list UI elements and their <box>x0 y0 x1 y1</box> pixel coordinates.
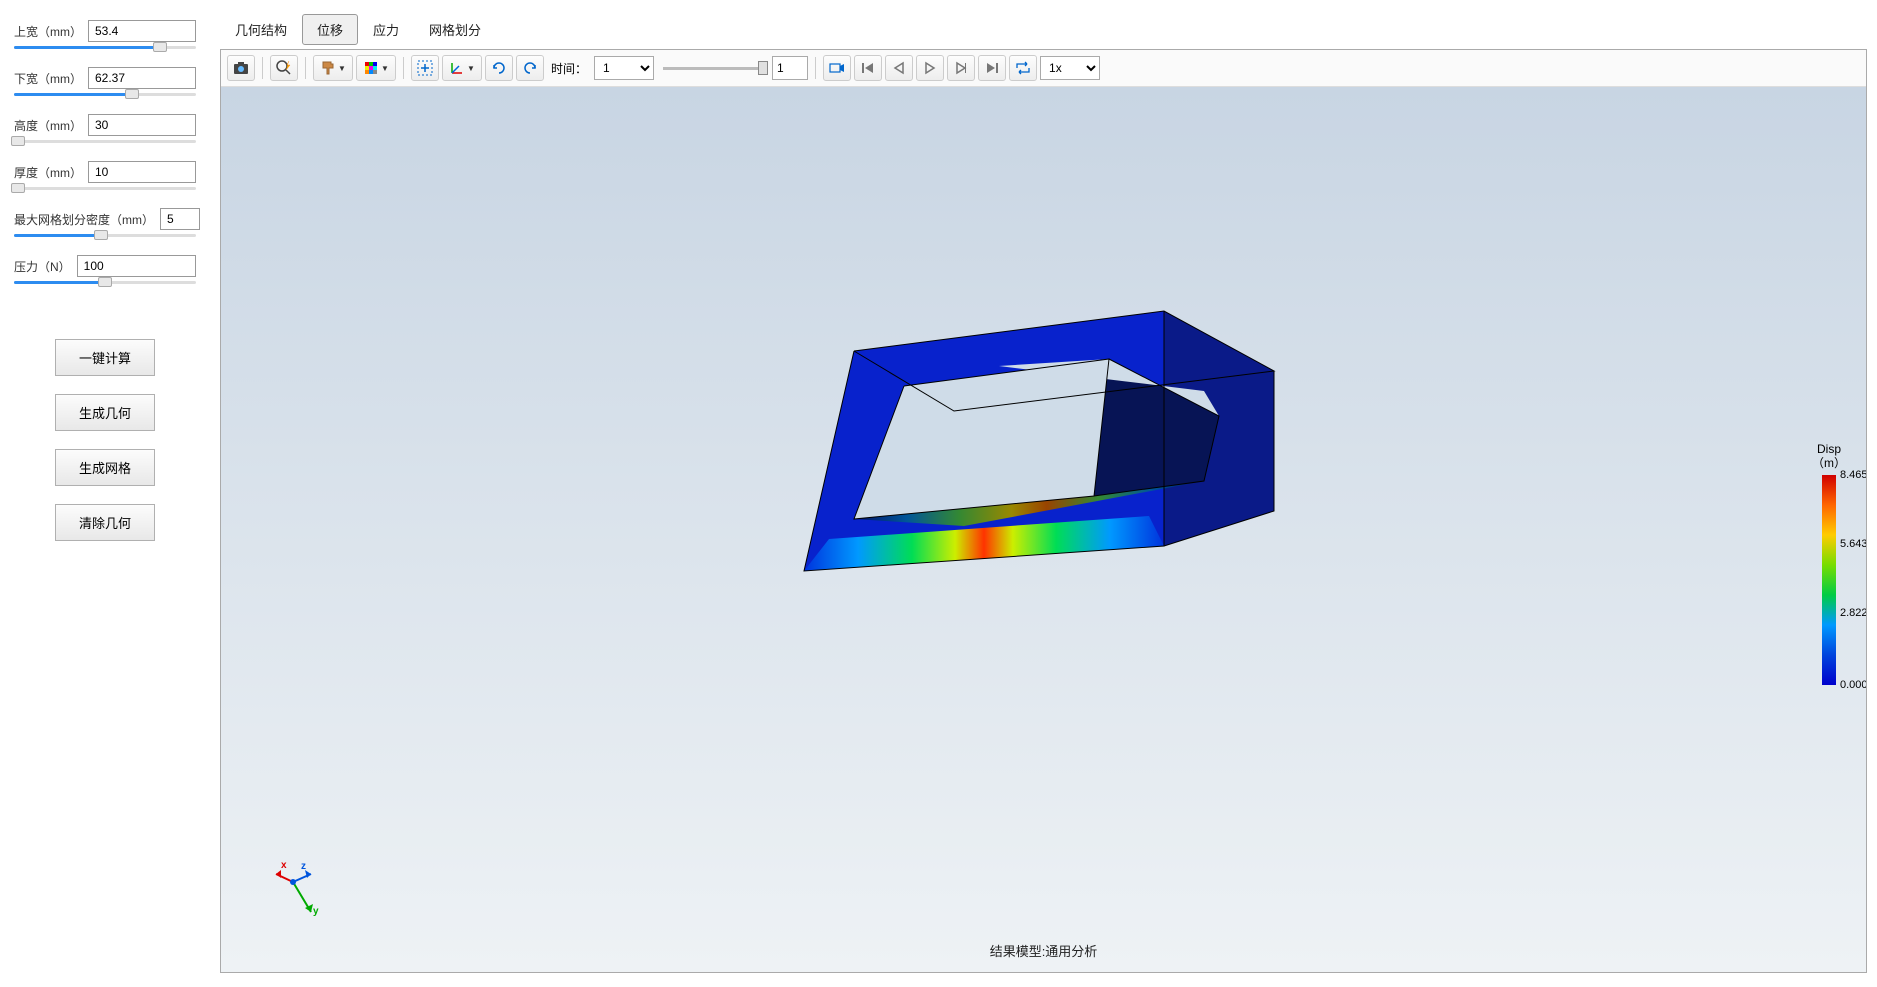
height-slider[interactable] <box>14 140 196 143</box>
legend-tick: 5.643e-07 <box>1840 538 1866 550</box>
coord-frame-icon[interactable]: ▼ <box>442 55 482 81</box>
time-slider[interactable] <box>663 67 763 70</box>
mesh-density-input[interactable] <box>160 208 200 230</box>
pressure-input[interactable] <box>77 255 196 277</box>
generate-mesh-button[interactable]: 生成网格 <box>55 449 155 486</box>
thickness-slider[interactable] <box>14 187 196 190</box>
time-select[interactable]: 1 <box>594 56 654 80</box>
fit-view-icon[interactable] <box>411 55 439 81</box>
param-label: 压力（N） <box>14 258 71 275</box>
bottom-width-slider[interactable] <box>14 93 196 96</box>
speed-select[interactable]: 1x <box>1040 56 1100 80</box>
time-label: 时间： <box>551 60 587 77</box>
record-icon[interactable] <box>823 55 851 81</box>
rotate-ccw-icon[interactable] <box>485 55 513 81</box>
top-width-slider[interactable] <box>14 46 196 49</box>
viewer-panel: ▼ ▼ ▼ 时间： 1 <box>220 49 1867 973</box>
tab-mesh[interactable]: 网格划分 <box>414 14 496 45</box>
param-mesh-density: 最大网格划分密度（mm） <box>14 208 196 230</box>
clear-geometry-button[interactable]: 清除几何 <box>55 504 155 541</box>
tab-geometry[interactable]: 几何结构 <box>220 14 302 45</box>
play-icon[interactable] <box>916 55 944 81</box>
pressure-slider[interactable] <box>14 281 196 284</box>
time-step-spinner[interactable] <box>772 56 808 80</box>
param-label: 上宽（mm） <box>14 23 82 40</box>
paint-render-icon[interactable]: ▼ <box>313 55 353 81</box>
parameter-sidebar: 上宽（mm） 下宽（mm） 高度（mm） 厚度（mm） 最大网格划分密度（mm）… <box>0 0 210 987</box>
compute-button[interactable]: 一键计算 <box>55 339 155 376</box>
result-model-label: 结果模型:通用分析 <box>990 941 1098 960</box>
top-width-input[interactable] <box>88 20 196 42</box>
legend-tick: 2.822e-07 <box>1840 607 1866 619</box>
bottom-width-input[interactable] <box>88 67 196 89</box>
legend-title: Disp（m） <box>1812 442 1846 471</box>
screenshot-icon[interactable] <box>227 55 255 81</box>
main-area: 几何结构 位移 应力 网格划分 ▼ ▼ ▼ <box>210 0 1877 987</box>
svg-text:y: y <box>313 906 319 917</box>
view-tabs: 几何结构 位移 应力 网格划分 <box>220 14 1867 45</box>
model-render <box>774 281 1314 601</box>
loop-icon[interactable] <box>1009 55 1037 81</box>
param-height: 高度（mm） <box>14 114 196 136</box>
param-pressure: 压力（N） <box>14 255 196 277</box>
param-label: 厚度（mm） <box>14 164 82 181</box>
zoom-flash-icon[interactable] <box>270 55 298 81</box>
tab-stress[interactable]: 应力 <box>358 14 414 45</box>
legend-tick: 8.465e-07 <box>1840 469 1866 481</box>
param-label: 高度（mm） <box>14 117 82 134</box>
param-thickness: 厚度（mm） <box>14 161 196 183</box>
height-input[interactable] <box>88 114 196 136</box>
param-bottom-width: 下宽（mm） <box>14 67 196 89</box>
skip-last-icon[interactable] <box>978 55 1006 81</box>
coordinate-axes-icon: x y z <box>271 852 331 922</box>
rotate-cw-icon[interactable] <box>516 55 544 81</box>
svg-text:z: z <box>301 861 306 872</box>
skip-first-icon[interactable] <box>854 55 882 81</box>
step-forward-icon[interactable] <box>947 55 975 81</box>
step-back-icon[interactable] <box>885 55 913 81</box>
3d-viewport[interactable]: x y z 结果模型:通用分析 Disp（m） 8.465e-07 5.643e… <box>221 87 1866 972</box>
colormap-cube-icon[interactable]: ▼ <box>356 55 396 81</box>
color-legend: Disp（m） 8.465e-07 5.643e-07 2.822e-07 0.… <box>1812 442 1846 685</box>
mesh-density-slider[interactable] <box>14 234 196 237</box>
legend-tick: 0.000e+00 <box>1840 679 1866 691</box>
viewer-toolbar: ▼ ▼ ▼ 时间： 1 <box>221 50 1866 87</box>
legend-bar: 8.465e-07 5.643e-07 2.822e-07 0.000e+00 <box>1822 475 1836 685</box>
thickness-input[interactable] <box>88 161 196 183</box>
tab-displacement[interactable]: 位移 <box>302 14 358 45</box>
svg-text:x: x <box>281 860 287 871</box>
param-label: 最大网格划分密度（mm） <box>14 211 154 228</box>
param-top-width: 上宽（mm） <box>14 20 196 42</box>
param-label: 下宽（mm） <box>14 70 82 87</box>
generate-geometry-button[interactable]: 生成几何 <box>55 394 155 431</box>
